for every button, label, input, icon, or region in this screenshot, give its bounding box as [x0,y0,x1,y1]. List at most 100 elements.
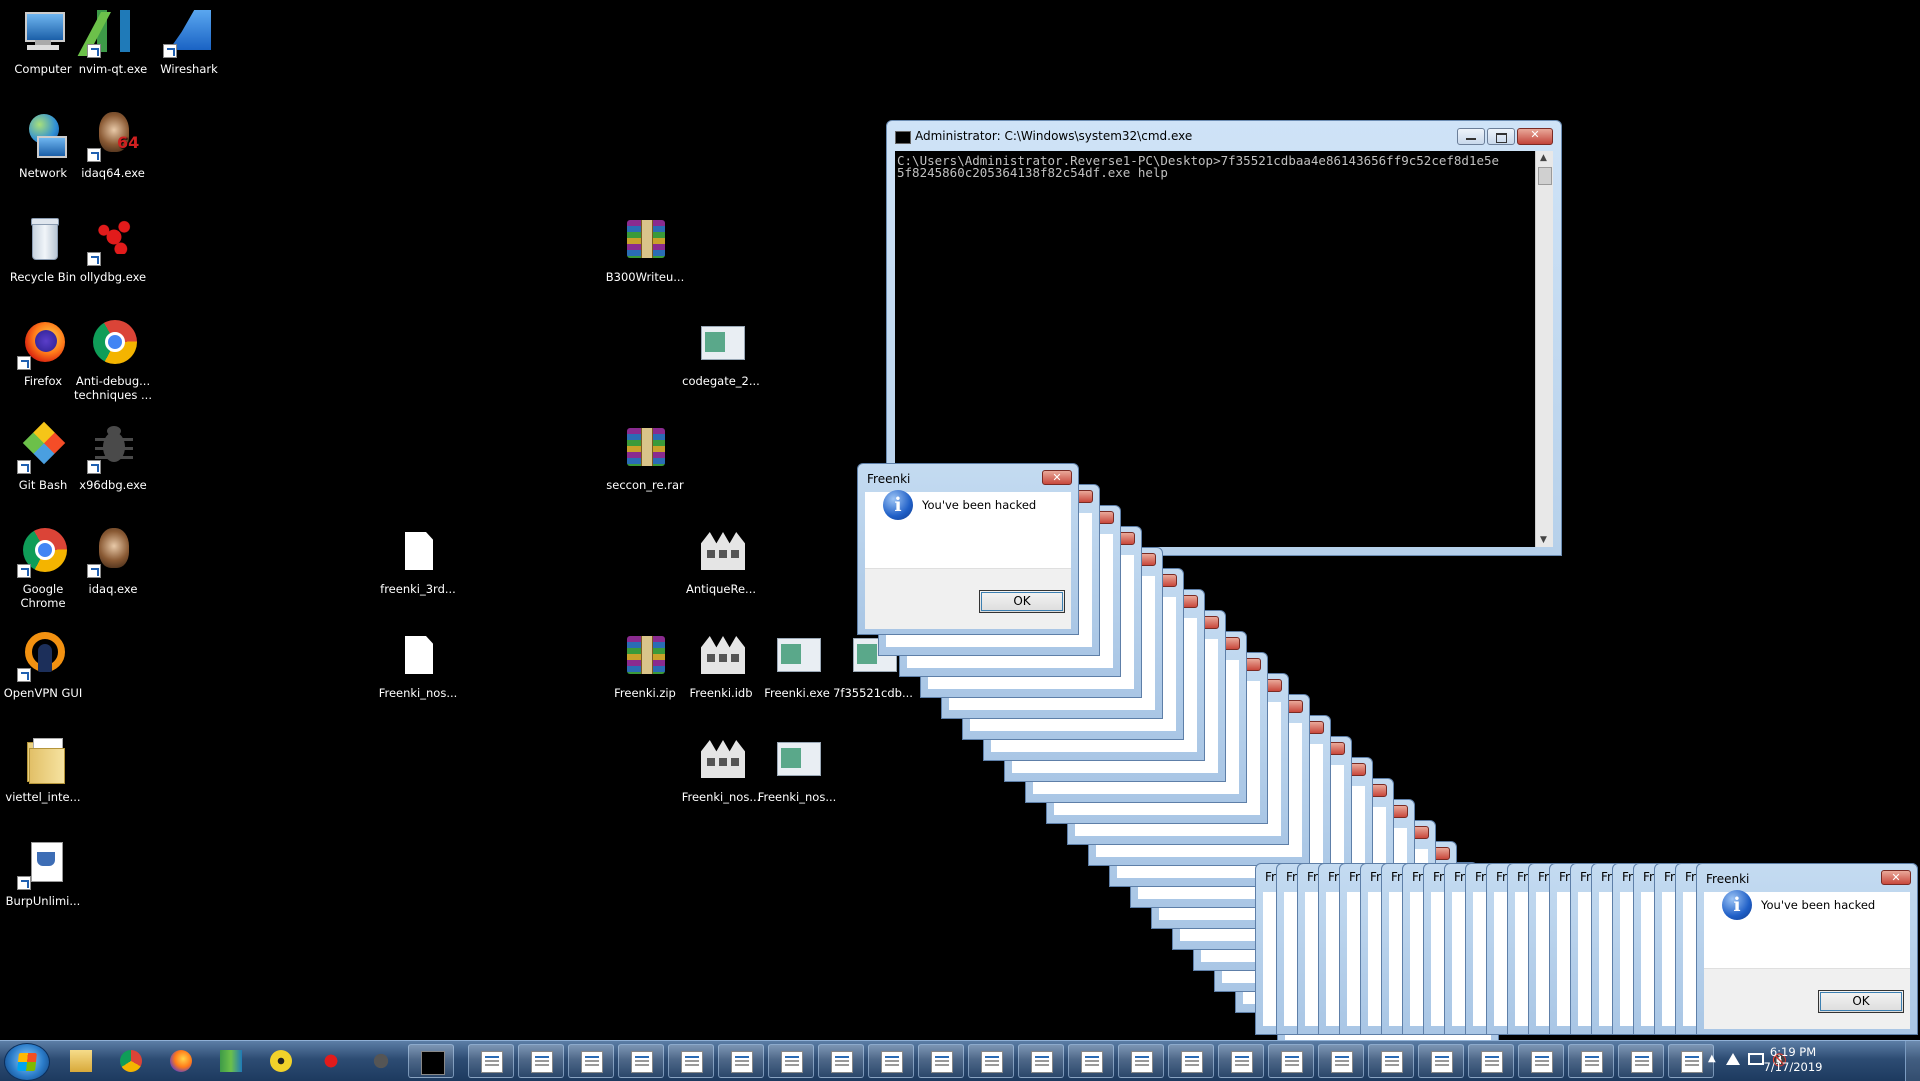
dialog-title: Fr [1538,870,1549,884]
taskbar-window-freenki[interactable] [568,1044,614,1078]
taskbar-window-freenki[interactable] [968,1044,1014,1078]
taskbar-window-freenki[interactable] [1568,1044,1614,1078]
desktop-icon-antiquere[interactable]: AntiqueRe... [678,526,764,596]
taskbar-window-freenki[interactable] [1018,1044,1064,1078]
desktop-icon-viettel-folder[interactable]: viettel_inte... [0,734,86,804]
close-button[interactable]: ✕ [1517,128,1553,145]
ida64-icon: 64 [87,110,139,162]
taskbar-window-freenki[interactable] [1468,1044,1514,1078]
dialog-window-icon [1381,1051,1403,1073]
taskbar-window-freenki[interactable] [1368,1044,1414,1078]
firefox-icon [17,318,69,370]
hacked-dialog-front[interactable]: Freenki ✕ i You've been hacked OK [857,463,1079,635]
desktop-icon-x96dbg[interactable]: x96dbg.exe [70,422,156,492]
taskbar-pinned-cmd[interactable] [408,1044,454,1078]
clock-date: 7/17/2019 [1763,1060,1823,1074]
dialog-close-button[interactable]: ✕ [1881,870,1911,885]
taskbar-pinned-neovim[interactable] [208,1044,254,1078]
desktop-icon-freenki-zip[interactable]: Freenki.zip [602,630,688,700]
desktop-icon-ollydbg[interactable]: ollydbg.exe [70,214,156,284]
close-icon: ✕ [1530,128,1540,141]
scroll-thumb[interactable] [1538,167,1552,185]
dialog-window-icon [531,1051,553,1073]
desktop-icon-freenki-nos-exe[interactable]: Freenki_nos... [754,734,840,804]
taskbar-window-freenki[interactable] [818,1044,864,1078]
dialog-title: Fr [1622,870,1633,884]
ok-button[interactable]: OK [1818,990,1904,1013]
dialog-title: Fr [1265,870,1276,884]
taskbar-window-freenki[interactable] [518,1044,564,1078]
maximize-button[interactable] [1487,128,1515,145]
hacked-dialog-last[interactable]: Freenki ✕ i You've been hacked OK [1696,863,1918,1035]
taskbar-window-freenki[interactable] [1168,1044,1214,1078]
taskbar-pinned-radiation[interactable] [258,1044,304,1078]
dialog-message: You've been hacked [922,498,1037,512]
desktop-icon-freenki-nos-idb[interactable]: Freenki_nos... [678,734,764,804]
taskbar-pinned-ollydbg[interactable] [308,1044,354,1078]
dialog-title: Fr [1328,870,1339,884]
desktop-icon-idaq[interactable]: idaq.exe [70,526,156,596]
taskbar-pinned-chrome[interactable] [108,1044,154,1078]
dialog-window-icon [781,1051,803,1073]
taskbar-window-freenki[interactable] [1618,1044,1664,1078]
desktop-icon-nvim-qt[interactable]: nvim-qt.exe [70,6,156,76]
tray-expand-icon[interactable]: ▲ [1708,1053,1716,1064]
ida-database-icon [695,630,747,682]
taskbar-window-freenki[interactable] [1218,1044,1264,1078]
desktop-icon-freenki-3rd[interactable]: freenki_3rd... [375,526,461,596]
desktop-icon-anti-debug[interactable]: Anti-debug... techniques ... [70,318,156,402]
dialog-title: Freenki [1706,872,1750,886]
action-center-icon[interactable] [1726,1053,1740,1065]
cmd-icon [895,131,911,144]
desktop-icon-idaq64[interactable]: 64 idaq64.exe [70,110,156,180]
desktop-icon-freenki-exe[interactable]: Freenki.exe [754,630,840,700]
desktop-icon-freenki-idb[interactable]: Freenki.idb [678,630,764,700]
dialog-title: Fr [1685,870,1696,884]
desktop-icon-wireshark[interactable]: Wireshark [146,6,232,76]
taskbar-window-freenki[interactable] [1518,1044,1564,1078]
show-desktop-button[interactable] [1905,1041,1920,1081]
radiation-icon [270,1050,292,1072]
taskbar-window-freenki[interactable] [1268,1044,1314,1078]
taskbar-window-freenki[interactable] [1068,1044,1114,1078]
taskbar-window-freenki[interactable] [868,1044,914,1078]
desktop-icon-burp[interactable]: BurpUnlimi... [0,838,86,908]
scroll-down-arrow-icon[interactable]: ▼ [1540,535,1547,545]
window-app-icon [771,630,823,682]
taskbar-window-freenki[interactable] [918,1044,964,1078]
ida-database-icon [695,526,747,578]
taskbar-window-freenki[interactable] [718,1044,764,1078]
taskbar-window-freenki[interactable] [618,1044,664,1078]
scroll-up-arrow-icon[interactable]: ▲ [1540,153,1547,163]
taskbar-window-freenki[interactable] [1418,1044,1464,1078]
desktop-icon-codegate[interactable]: codegate_2... [678,318,764,388]
taskbar-pinned-x64dbg[interactable] [358,1044,404,1078]
dialog-title: Freenki [867,472,911,486]
taskbar-pinned-firefox[interactable] [158,1044,204,1078]
desktop-icon-openvpn[interactable]: OpenVPN GUI [0,630,86,700]
desktop-icon-b300writeup[interactable]: B300Writeu... [602,214,688,284]
dialog-title: Fr [1454,870,1465,884]
dialog-title: Fr [1475,870,1486,884]
firefox-icon [170,1050,192,1072]
dialog-close-button[interactable]: ✕ [1042,470,1072,485]
vertical-scrollbar[interactable]: ▲ ▼ [1535,151,1553,547]
dialog-window-icon [681,1051,703,1073]
taskbar-pinned-explorer[interactable] [58,1044,104,1078]
desktop-icon-freenki-nos-1[interactable]: Freenki_nos... [375,630,461,700]
desktop-icon-seccon-re[interactable]: seccon_re.rar [602,422,688,492]
dialog-title: Fr [1580,870,1591,884]
taskbar-window-freenki[interactable] [1318,1044,1364,1078]
taskbar-window-freenki[interactable] [768,1044,814,1078]
start-button[interactable] [4,1043,50,1081]
taskbar: ▲ 🔇 6:19 PM 7/17/2019 [0,1040,1920,1081]
taskbar-window-freenki[interactable] [668,1044,714,1078]
ok-button[interactable]: OK [979,590,1065,613]
taskbar-window-freenki[interactable] [468,1044,514,1078]
taskbar-window-freenki[interactable] [1118,1044,1164,1078]
system-tray: ▲ 🔇 6:19 PM 7/17/2019 [1678,1041,1858,1081]
ida-icon [87,526,139,578]
window-app-icon [771,734,823,786]
minimize-button[interactable] [1457,128,1485,145]
clock[interactable]: 6:19 PM 7/17/2019 [1750,1045,1836,1075]
